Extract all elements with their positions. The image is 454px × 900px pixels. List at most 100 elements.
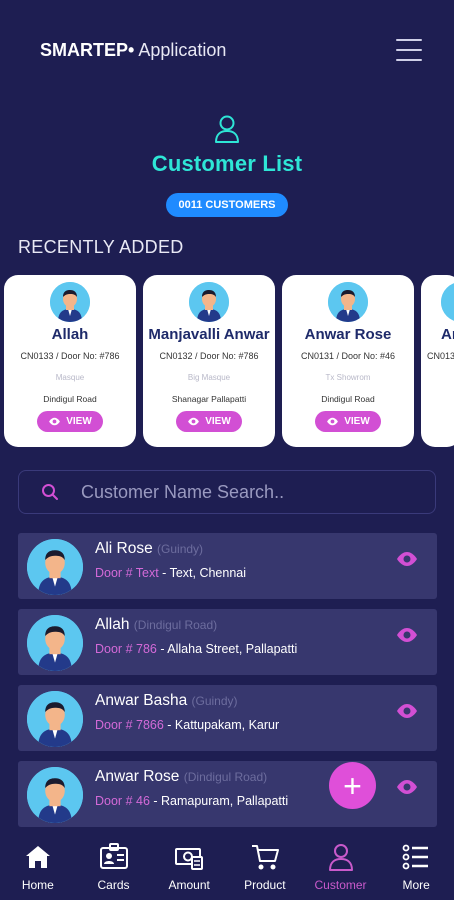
address-text: - Text, Chennai xyxy=(158,566,247,580)
nav-label: More xyxy=(402,878,430,892)
address-text: - Kattupakam, Karur xyxy=(163,718,280,732)
customer-name: Ali Rose (Guindy) xyxy=(95,540,203,558)
view-button-label: VIEW xyxy=(66,416,92,427)
search-input[interactable] xyxy=(81,481,401,503)
nav-item-amount[interactable]: Amount xyxy=(151,830,227,900)
id-card-icon xyxy=(99,843,128,869)
nav-item-cards[interactable]: Cards xyxy=(76,830,152,900)
customer-address: Door # 7866 - Kattupakam, Karur xyxy=(95,718,279,732)
view-button-label: VIEW xyxy=(205,416,231,427)
recent-card[interactable]: Manjavalli Anwar CN0132 / Door No: #786 … xyxy=(143,275,275,447)
address-text: - Ramapuram, Pallapatti xyxy=(149,794,289,808)
card-customer-info: CN0131 / Door No: #46 xyxy=(300,351,396,361)
customer-name-text: Ali Rose xyxy=(95,540,153,557)
recent-card[interactable]: Anwar Rose CN0131 / Door No: #46 Tx Show… xyxy=(282,275,414,447)
nav-label: Product xyxy=(244,878,286,892)
nav-item-more[interactable]: More xyxy=(378,830,454,900)
eye-icon xyxy=(327,417,339,426)
view-button[interactable]: VIEW xyxy=(37,411,103,432)
customer-address: Door # Text - Text, Chennai xyxy=(95,566,246,580)
door-number: Door # 7866 xyxy=(95,718,164,732)
cart-icon xyxy=(251,845,279,870)
user-outline-icon xyxy=(215,115,239,143)
customer-location: (Guindy) xyxy=(191,694,238,708)
avatar xyxy=(27,691,83,747)
nav-label: Home xyxy=(21,878,54,892)
customer-address: Door # 46 - Ramapuram, Pallapatti xyxy=(95,794,288,808)
nav-item-product[interactable]: Product xyxy=(227,830,303,900)
view-button[interactable]: VIEW xyxy=(315,411,381,432)
eye-icon[interactable] xyxy=(395,779,419,795)
view-button-label: VIEW xyxy=(344,416,370,427)
recent-card[interactable]: An CN013 xyxy=(421,275,454,447)
avatar xyxy=(441,282,454,322)
card-customer-info: CN013 xyxy=(427,351,454,361)
door-number: Door # 46 xyxy=(95,794,150,808)
page-title: Customer List xyxy=(151,151,303,176)
nav-label: Cards xyxy=(97,878,130,892)
avatar xyxy=(189,282,229,322)
eye-icon[interactable] xyxy=(395,627,419,643)
hero-section: Customer List 0011 CUSTOMERS xyxy=(0,114,454,217)
card-customer-street: Dindigul Road xyxy=(43,394,97,404)
card-customer-name: Anwar Rose xyxy=(304,326,392,343)
app-name: Application xyxy=(134,40,227,60)
eye-icon[interactable] xyxy=(395,703,419,719)
customer-row[interactable]: Ali Rose (Guindy) Door # Text - Text, Ch… xyxy=(18,533,437,599)
nav-item-home[interactable]: Home xyxy=(0,830,76,900)
card-customer-name: Allah xyxy=(51,326,89,343)
door-number: Door # 786 xyxy=(95,642,157,656)
card-customer-place: Masque xyxy=(55,373,85,382)
customer-location: (Guindy) xyxy=(157,542,204,556)
bottom-nav: Home Cards Amount Product Customer More xyxy=(0,830,454,900)
customer-name: Anwar Basha (Guindy) xyxy=(95,692,238,710)
recent-cards-carousel[interactable]: Allah CN0133 / Door No: #786 Masque Dind… xyxy=(4,275,454,447)
nav-label: Amount xyxy=(168,878,210,892)
avatar xyxy=(27,615,83,671)
view-button[interactable]: VIEW xyxy=(176,411,242,432)
avatar xyxy=(50,282,90,322)
eye-icon[interactable] xyxy=(395,551,419,567)
card-customer-name: Manjavalli Anwar xyxy=(148,326,270,343)
customer-address: Door # 786 - Allaha Street, Pallapatti xyxy=(95,642,297,656)
recently-added-heading: RECENTLY ADDED xyxy=(18,237,184,257)
card-customer-place: Tx Showrom xyxy=(325,373,371,382)
avatar xyxy=(27,767,83,823)
address-text: - Allaha Street, Pallapatti xyxy=(156,642,298,656)
customer-search-bar[interactable] xyxy=(18,470,436,514)
card-customer-name: An xyxy=(441,326,454,343)
home-icon xyxy=(25,846,50,868)
avatar xyxy=(27,539,83,595)
top-bar: SMARTEP• Application xyxy=(0,0,454,100)
recent-card[interactable]: Allah CN0133 / Door No: #786 Masque Dind… xyxy=(4,275,136,447)
customer-name-text: Anwar Basha xyxy=(95,692,188,709)
customer-location: (Dindigul Road) xyxy=(183,770,268,784)
customer-name: Allah (Dindigul Road) xyxy=(95,616,217,634)
nav-item-customer[interactable]: Customer xyxy=(303,830,379,900)
app-title: SMARTEP• Application xyxy=(40,40,226,61)
card-customer-info: CN0133 / Door No: #786 xyxy=(20,351,120,361)
customer-location: (Dindigul Road) xyxy=(133,618,218,632)
cash-icon xyxy=(175,848,204,870)
card-customer-info: CN0132 / Door No: #786 xyxy=(159,351,259,361)
nav-label: Customer xyxy=(314,878,367,892)
customer-name-text: Allah xyxy=(95,616,130,633)
card-customer-place: Big Masque xyxy=(187,373,231,382)
search-icon xyxy=(42,484,58,500)
avatar xyxy=(328,282,368,322)
hamburger-menu-icon[interactable] xyxy=(394,37,424,63)
card-customer-street: Dindigul Road xyxy=(321,394,375,404)
customer-name: Anwar Rose (Dindigul Road) xyxy=(95,768,267,786)
eye-icon xyxy=(49,417,61,426)
customer-row[interactable]: Anwar Basha (Guindy) Door # 7866 - Kattu… xyxy=(18,685,437,751)
list-icon xyxy=(402,844,429,870)
door-number: Door # Text xyxy=(95,566,159,580)
user-icon xyxy=(328,844,353,871)
add-customer-button[interactable]: + xyxy=(329,762,376,809)
card-customer-street: Shanagar Pallapatti xyxy=(171,394,247,404)
brand-name: SMARTEP xyxy=(40,40,129,60)
customer-row[interactable]: Allah (Dindigul Road) Door # 786 - Allah… xyxy=(18,609,437,675)
customer-count-badge: 0011 CUSTOMERS xyxy=(166,193,288,217)
eye-icon xyxy=(188,417,200,426)
customer-name-text: Anwar Rose xyxy=(95,768,180,785)
